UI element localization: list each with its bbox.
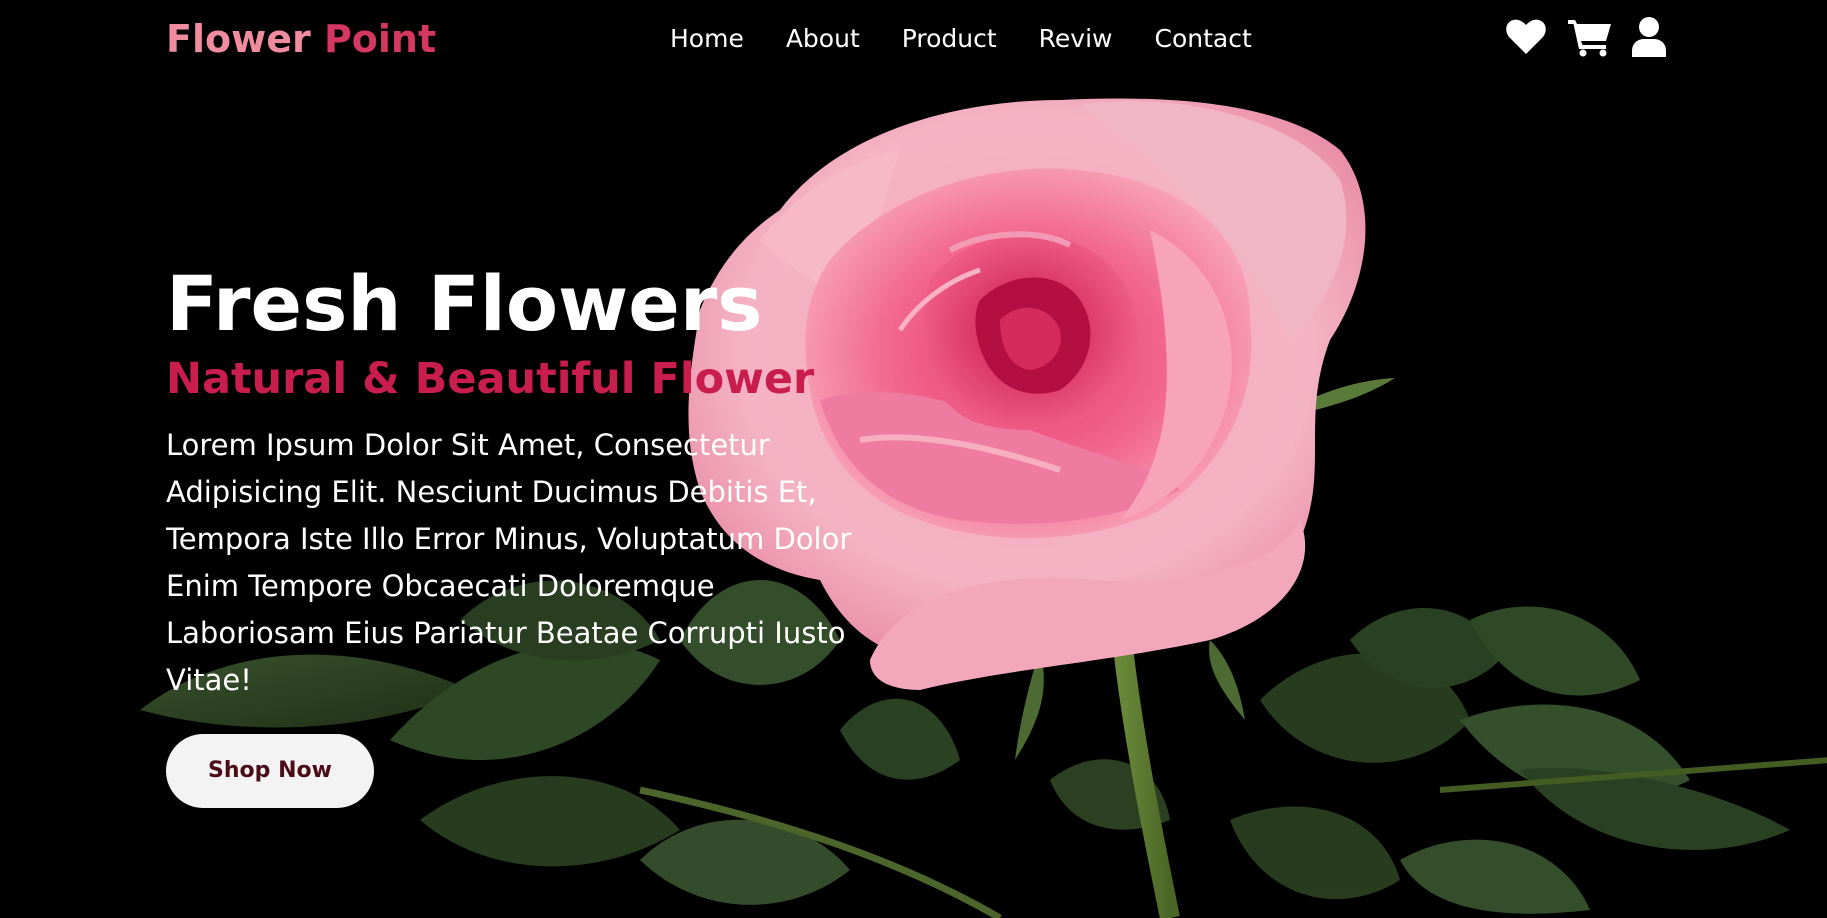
brand-logo-part1: Flower — [166, 17, 311, 61]
nav-link-home[interactable]: Home — [670, 22, 744, 56]
hero-description: Lorem Ipsum Dolor Sit Amet, Consectetur … — [166, 428, 852, 697]
cart-icon[interactable] — [1568, 17, 1612, 57]
user-icon[interactable] — [1632, 17, 1666, 57]
heart-icon[interactable] — [1506, 19, 1546, 55]
shop-now-button[interactable]: Shop Now — [166, 734, 374, 808]
brand-logo[interactable]: Flower Point — [166, 16, 436, 62]
nav-link-about[interactable]: About — [786, 22, 860, 56]
hero-title: Fresh Flowers — [166, 259, 763, 348]
landing-page: Flower Point Home About Product Reviw Co… — [0, 0, 1827, 918]
nav-link-review[interactable]: Reviw — [1039, 22, 1113, 56]
nav-link-product[interactable]: Product — [902, 22, 997, 56]
nav-link-contact[interactable]: Contact — [1155, 22, 1252, 56]
nav-icon-group — [1506, 17, 1666, 57]
hero-section: Fresh Flowers Natural & Beautiful Flower… — [166, 256, 886, 808]
hero-subtitle: Natural & Beautiful Flower — [166, 354, 815, 404]
brand-logo-part2: Point — [323, 17, 437, 61]
main-nav: Home About Product Reviw Contact — [670, 22, 1294, 56]
top-navbar: Flower Point Home About Product Reviw Co… — [0, 0, 1827, 78]
